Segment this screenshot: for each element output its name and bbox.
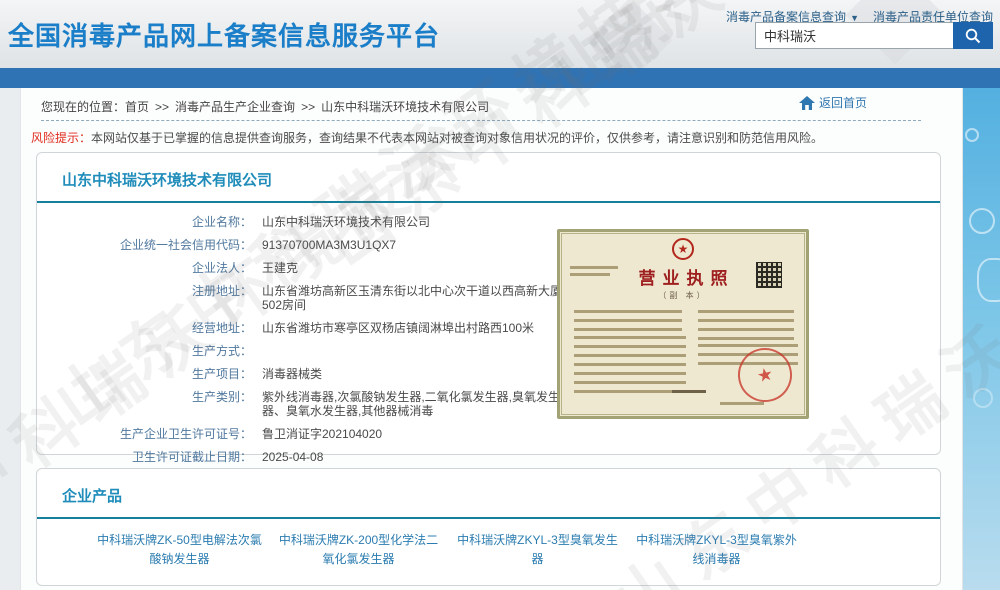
risk-notice-text: 本网站仅基于已掌握的信息提供查询服务，查询结果不代表本网站对被查询对象信用状况的… [91, 131, 823, 145]
company-fields: 企业名称： 山东中科瑞沃环境技术有限公司 企业统一社会信用代码： 91370700M… [37, 215, 577, 473]
return-home-link[interactable]: 返回首页 [799, 94, 867, 111]
license-text-line [720, 402, 764, 405]
field-value: 2025-04-08 [262, 450, 323, 464]
divider [37, 517, 940, 519]
field-row: 生产方式： [37, 344, 577, 358]
field-row: 生产企业卫生许可证号： 鲁卫消证字202104020 [37, 427, 577, 441]
company-info-card: 山东中科瑞沃环境技术有限公司 企业名称： 山东中科瑞沃环境技术有限公司 企业统一社… [36, 152, 941, 455]
product-link[interactable]: 中科瑞沃牌ZK-50型电解法次氯酸钠发生器 [97, 531, 262, 569]
return-home-label: 返回首页 [819, 94, 867, 111]
search-input[interactable] [755, 22, 953, 49]
molecule-decoration [969, 208, 995, 234]
license-subtitle: （副 本） [560, 290, 806, 301]
field-value: 消毒器械类 [262, 367, 322, 381]
field-row: 注册地址： 山东省潍坊高新区玉清东街以北中心次干道以西高新大厦502房间 [37, 284, 577, 312]
field-value: 山东省潍坊高新区玉清东街以北中心次干道以西高新大厦502房间 [262, 284, 577, 312]
breadcrumb-category-link[interactable]: 消毒产品生产企业查询 [175, 100, 295, 114]
field-value: 91370700MA3M3U1QX7 [262, 238, 396, 252]
business-license-image: ★ 营业执照 （副 本） ★ [557, 229, 809, 419]
national-emblem-icon: ★ [672, 238, 694, 260]
molecule-decoration [965, 128, 979, 142]
field-label: 经营地址： [37, 321, 252, 335]
header-strip [0, 68, 1000, 88]
license-text-block [698, 310, 794, 340]
field-row: 企业统一社会信用代码： 91370700MA3M3U1QX7 [37, 238, 577, 252]
breadcrumb-prefix: 您现在的位置： [41, 100, 125, 114]
field-value: 山东省潍坊市寒亭区双杨店镇阔淋埠出村路西100米 [262, 321, 534, 335]
molecule-decoration [977, 258, 1000, 302]
breadcrumb-separator: >> [301, 100, 315, 114]
field-row: 企业法人： 王建克 [37, 261, 577, 275]
breadcrumb: 您现在的位置：首页 >> 消毒产品生产企业查询 >> 山东中科瑞沃环境技术有限公司 [41, 98, 489, 115]
background-decoration [963, 88, 1000, 590]
field-label: 生产企业卫生许可证号： [37, 427, 252, 441]
field-value: 紫外线消毒器,次氯酸钠发生器,二氧化氯发生器,臭氧发生器、臭氧水发生器,其他器械… [262, 390, 577, 418]
license-text-line [570, 273, 610, 276]
field-label: 卫生许可证截止日期： [37, 450, 252, 464]
risk-notice: 风险提示：本网站仅基于已掌握的信息提供查询服务，查询结果不代表本网站对被查询对象… [31, 129, 823, 146]
products-title: 企业产品 [62, 485, 122, 506]
site-banner: 全国消毒产品网上备案信息服务平台 消毒产品备案信息查询▼消毒产品责任单位查询 [0, 0, 1000, 68]
product-link[interactable]: 中科瑞沃牌ZK-200型化学法二氧化氯发生器 [276, 531, 441, 569]
field-value: 山东中科瑞沃环境技术有限公司 [262, 215, 430, 229]
field-row: 经营地址： 山东省潍坊市寒亭区双杨店镇阔淋埠出村路西100米 [37, 321, 577, 335]
product-link[interactable]: 中科瑞沃牌ZKYL-3型臭氧紫外线消毒器 [634, 531, 799, 569]
molecule-decoration [973, 388, 993, 408]
site-title: 全国消毒产品网上备案信息服务平台 [8, 16, 440, 53]
field-row: 生产项目： 消毒器械类 [37, 367, 577, 381]
product-list: 中科瑞沃牌ZK-50型电解法次氯酸钠发生器 中科瑞沃牌ZK-200型化学法二氧化… [97, 531, 799, 569]
license-text-block [574, 336, 686, 394]
products-card: 企业产品 中科瑞沃牌ZK-50型电解法次氯酸钠发生器 中科瑞沃牌ZK-200型化… [36, 468, 941, 586]
field-value: 王建克 [262, 261, 298, 275]
qr-code [756, 262, 782, 288]
product-link[interactable]: 中科瑞沃牌ZKYL-3型臭氧发生器 [455, 531, 620, 569]
search-icon [964, 27, 982, 45]
field-label: 生产类别： [37, 390, 252, 418]
field-label: 企业法人： [37, 261, 252, 275]
page: 全国消毒产品网上备案信息服务平台 消毒产品备案信息查询▼消毒产品责任单位查询 [0, 0, 1000, 590]
main-panel: 您现在的位置：首页 >> 消毒产品生产企业查询 >> 山东中科瑞沃环境技术有限公司 返回… [20, 88, 963, 590]
field-label: 企业名称： [37, 215, 252, 229]
license-text-line [672, 390, 706, 393]
divider [37, 201, 940, 203]
breadcrumb-current: 山东中科瑞沃环境技术有限公司 [321, 100, 489, 114]
home-icon [799, 96, 815, 110]
field-label: 注册地址： [37, 284, 252, 312]
field-label: 生产项目： [37, 367, 252, 381]
breadcrumb-separator: >> [155, 100, 169, 114]
license-text-block [574, 310, 682, 331]
field-row: 生产类别： 紫外线消毒器,次氯酸钠发生器,二氧化氯发生器,臭氧发生器、臭氧水发生器… [37, 390, 577, 418]
field-label: 生产方式： [37, 344, 252, 358]
risk-notice-label: 风险提示： [31, 131, 91, 145]
company-title: 山东中科瑞沃环境技术有限公司 [62, 169, 272, 190]
breadcrumb-home-link[interactable]: 首页 [125, 100, 149, 114]
divider [41, 120, 921, 121]
search-bar [755, 22, 993, 49]
search-button[interactable] [953, 22, 993, 49]
license-text-line [570, 266, 618, 269]
field-row: 卫生许可证截止日期： 2025-04-08 [37, 450, 577, 464]
field-label: 企业统一社会信用代码： [37, 238, 252, 252]
field-row: 企业名称： 山东中科瑞沃环境技术有限公司 [37, 215, 577, 229]
field-value: 鲁卫消证字202104020 [262, 427, 382, 441]
